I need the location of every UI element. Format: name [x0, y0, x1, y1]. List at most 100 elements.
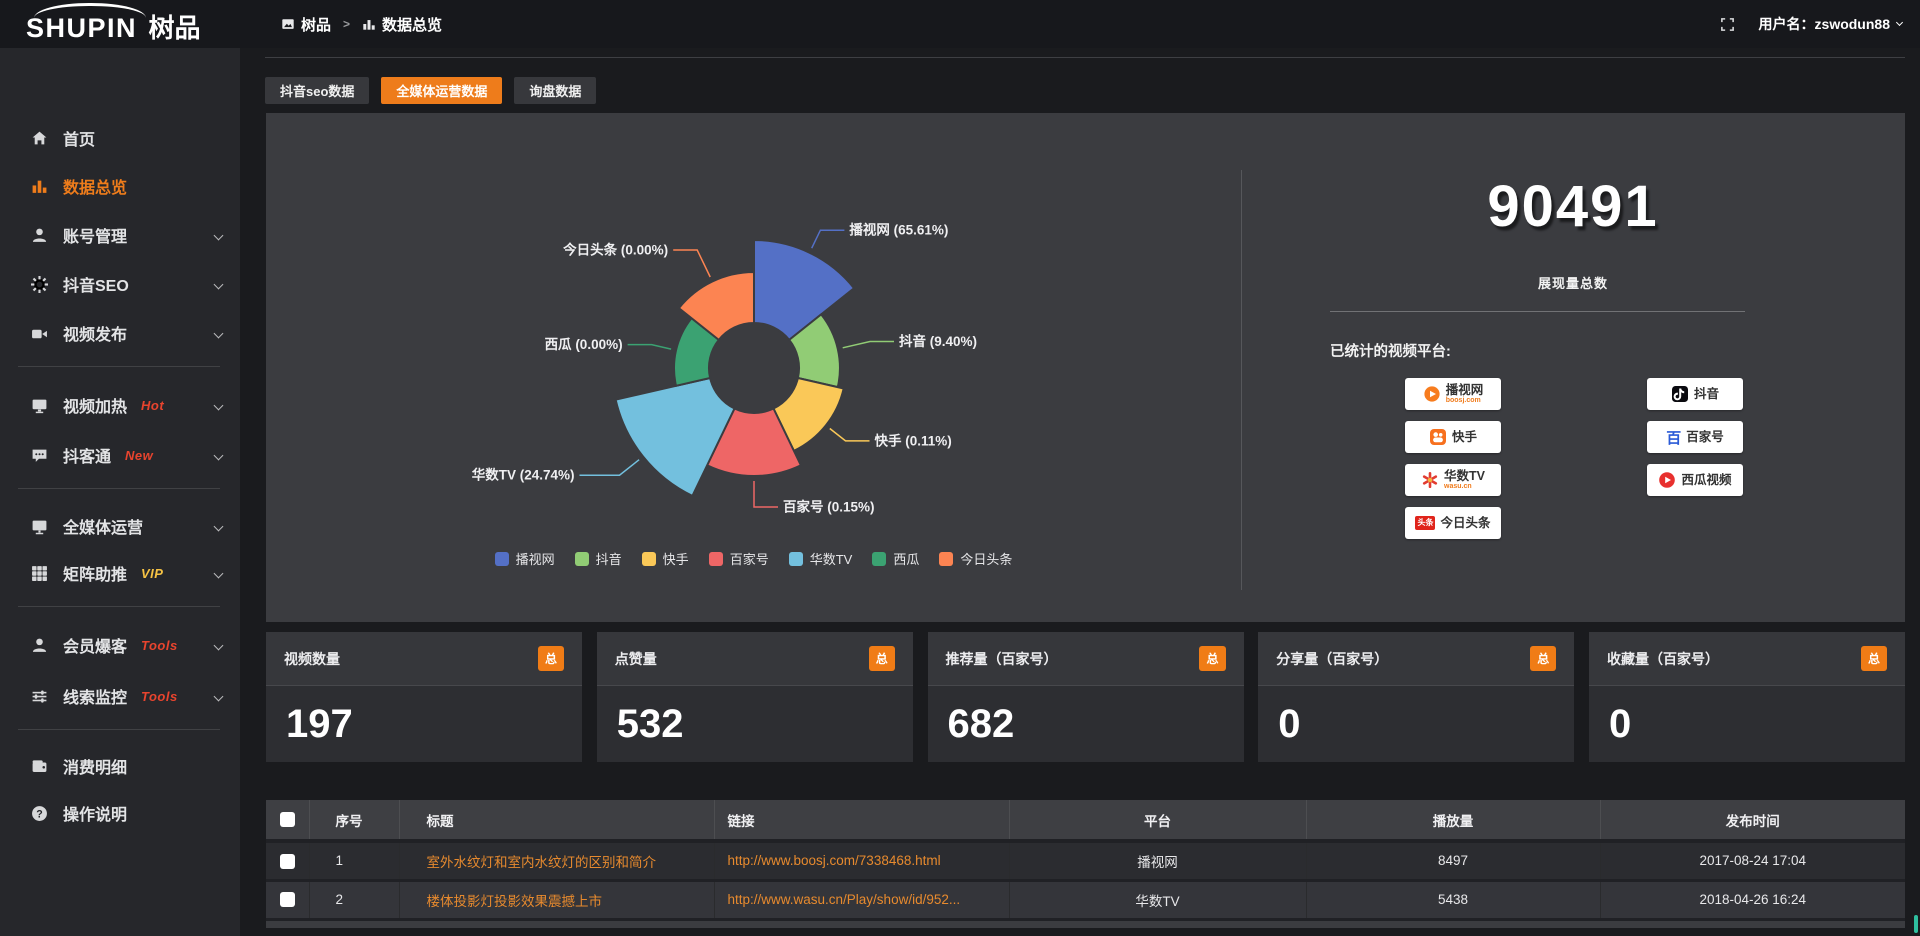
logo-text-cn: 树品	[148, 13, 200, 43]
total-badge[interactable]: 总	[538, 646, 564, 671]
stat-card-header: 视频数量 总	[266, 632, 582, 686]
sidebar-item-home[interactable]: 首页	[0, 124, 240, 152]
stat-card-label: 点赞量	[615, 649, 657, 669]
legend-item-6[interactable]: 今日头条	[939, 549, 1012, 568]
wallet-icon	[30, 758, 48, 775]
table-header-4: 播放量	[1306, 800, 1600, 841]
breadcrumb: 树品 > 数据总览	[281, 0, 442, 48]
legend-item-5[interactable]: 西瓜	[872, 549, 919, 568]
app-logo: SHUPIN 树品	[26, 8, 200, 45]
sidebar: 首页数据总览账号管理抖音SEO 视频发布视频加热 Hot 抖客通New 全媒体运营矩阵助…	[0, 48, 240, 936]
baijiahao-logo-icon: 百	[1666, 427, 1681, 448]
sidebar-item-clue-monitor[interactable]: 线索监控Tools	[0, 682, 240, 710]
tab-2[interactable]: 询盘数据	[514, 77, 596, 104]
stat-card-3: 分享量（百家号）总0	[1258, 632, 1574, 762]
total-badge[interactable]: 总	[1530, 646, 1556, 671]
sidebar-item-douyin-seo[interactable]: 抖音SEO	[0, 270, 240, 298]
user-menu[interactable]: 用户名： zswodun88	[1759, 14, 1902, 34]
screen-icon	[30, 397, 48, 414]
table-row: 1 室外水纹灯和室内水纹灯的区别和简介 http://www.boosj.com/7…	[266, 841, 1905, 880]
tab-1[interactable]: 全媒体运营数据	[381, 77, 502, 104]
row-title-cell: 楼体投影灯投影效果震撼上市	[399, 880, 714, 919]
row-index-cell: 1	[309, 841, 399, 880]
platform-name: 播视网	[1446, 383, 1484, 397]
chevron-down-icon	[214, 400, 224, 410]
platform-name: 今日头条	[1440, 516, 1490, 530]
sidebar-item-matrix-boost[interactable]: 矩阵助推VIP	[0, 559, 240, 587]
select-all-checkbox[interactable]	[280, 812, 295, 827]
platform-name: 快手	[1452, 430, 1477, 444]
row-checkbox-cell	[266, 841, 309, 880]
stat-cards-row: 视频数量总197点赞量总532推荐量（百家号）总682分享量（百家号）总0收藏量…	[266, 632, 1905, 762]
legend-item-1[interactable]: 抖音	[575, 549, 622, 568]
row-plays-cell: 5438	[1306, 880, 1600, 919]
legend-item-4[interactable]: 华数TV	[789, 549, 853, 568]
douyin-logo-icon	[1671, 385, 1689, 403]
stat-card-value: 532	[597, 686, 913, 747]
sidebar-item-video-publish[interactable]: 视频发布	[0, 319, 240, 347]
sidebar-divider	[18, 366, 220, 367]
person-icon	[30, 637, 48, 654]
grid-icon	[30, 565, 48, 582]
platform-badge: 头条今日头条	[1405, 507, 1501, 539]
stat-card-4: 收藏量（百家号）总0	[1589, 632, 1905, 762]
platform-name: 抖音	[1694, 387, 1719, 401]
breadcrumb-root[interactable]: 树品	[301, 14, 331, 35]
video-url-link[interactable]: http://www.boosj.com/7338468.html	[728, 853, 941, 868]
platform-badge-text: 播视网boosj.com	[1446, 383, 1484, 405]
total-badge[interactable]: 总	[1199, 646, 1225, 671]
fullscreen-icon[interactable]	[1720, 17, 1735, 32]
sidebar-item-consumption-detail[interactable]: 消费明细	[0, 752, 240, 780]
monitor-icon	[30, 518, 48, 535]
sidebar-item-badge: Hot	[141, 398, 164, 413]
user-icon	[30, 227, 48, 244]
sidebar-item-data-overview[interactable]: 数据总览	[0, 172, 240, 200]
svg-text:?: ?	[36, 808, 42, 820]
stat-card-value: 0	[1258, 686, 1574, 747]
sidebar-item-instructions[interactable]: ?操作说明	[0, 799, 240, 827]
pie-label: 今日头条 (0.00%)	[563, 242, 668, 258]
row-checkbox[interactable]	[280, 892, 295, 907]
chevron-down-icon	[214, 640, 224, 650]
total-badge[interactable]: 总	[1861, 646, 1887, 671]
total-badge[interactable]: 总	[869, 646, 895, 671]
tab-0[interactable]: 抖音seo数据	[265, 77, 369, 104]
video-url-link[interactable]: http://www.wasu.cn/Play/show/id/952...	[728, 892, 961, 907]
content-divider	[265, 57, 1905, 58]
stat-card-2: 推荐量（百家号）总682	[928, 632, 1244, 762]
table-header-1: 标题	[399, 800, 714, 841]
sidebar-item-omnimedia-operation[interactable]: 全媒体运营	[0, 512, 240, 540]
platform-badge: 华数TVwasu.cn	[1405, 464, 1501, 496]
row-platform-cell: 华数TV	[1009, 880, 1306, 919]
chat-icon	[30, 447, 48, 464]
row-published-cell: 2018-04-26 16:24	[1600, 880, 1905, 919]
row-checkbox[interactable]	[280, 854, 295, 869]
chart-legend: 播视网 抖音 快手 百家号 华数TV 西瓜 今日头条	[266, 549, 1241, 568]
sidebar-item-account-management[interactable]: 账号管理	[0, 221, 240, 249]
pie-slice-4[interactable]	[616, 378, 735, 496]
platform-badge-text: 西瓜视频	[1681, 473, 1731, 487]
stat-card-0: 视频数量总197	[266, 632, 582, 762]
platform-sub: wasu.cn	[1444, 483, 1472, 491]
sidebar-item-label: 视频加热	[63, 393, 127, 417]
pie-label-line	[580, 460, 640, 476]
sidebar-item-member-burst[interactable]: 会员爆客Tools	[0, 631, 240, 659]
video-title-link[interactable]: 楼体投影灯投影效果震撼上市	[427, 894, 603, 909]
legend-item-0[interactable]: 播视网	[495, 549, 555, 568]
pie-slice-0[interactable]	[754, 240, 854, 340]
pie-label-line	[812, 230, 845, 248]
sidebar-item-video-heating[interactable]: 视频加热 Hot	[0, 391, 240, 419]
table-header-2: 链接	[714, 800, 1009, 841]
video-title-link[interactable]: 室外水纹灯和室内水纹灯的区别和简介	[427, 855, 657, 870]
site-icon	[281, 17, 295, 31]
chevron-down-icon	[214, 328, 224, 338]
chevron-down-icon	[214, 230, 224, 240]
scrollbar-thumb[interactable]	[1914, 915, 1918, 933]
boosj-logo-icon	[1423, 385, 1441, 403]
main-content: 抖音seo数据全媒体运营数据询盘数据 播视网 (65.61%)抖音 (9.40%…	[240, 48, 1920, 936]
sidebar-item-label: 抖音SEO	[63, 272, 129, 296]
legend-item-3[interactable]: 百家号	[709, 549, 769, 568]
legend-item-2[interactable]: 快手	[642, 549, 689, 568]
stat-card-label: 视频数量	[284, 649, 340, 669]
sidebar-item-douketong[interactable]: 抖客通New	[0, 441, 240, 469]
